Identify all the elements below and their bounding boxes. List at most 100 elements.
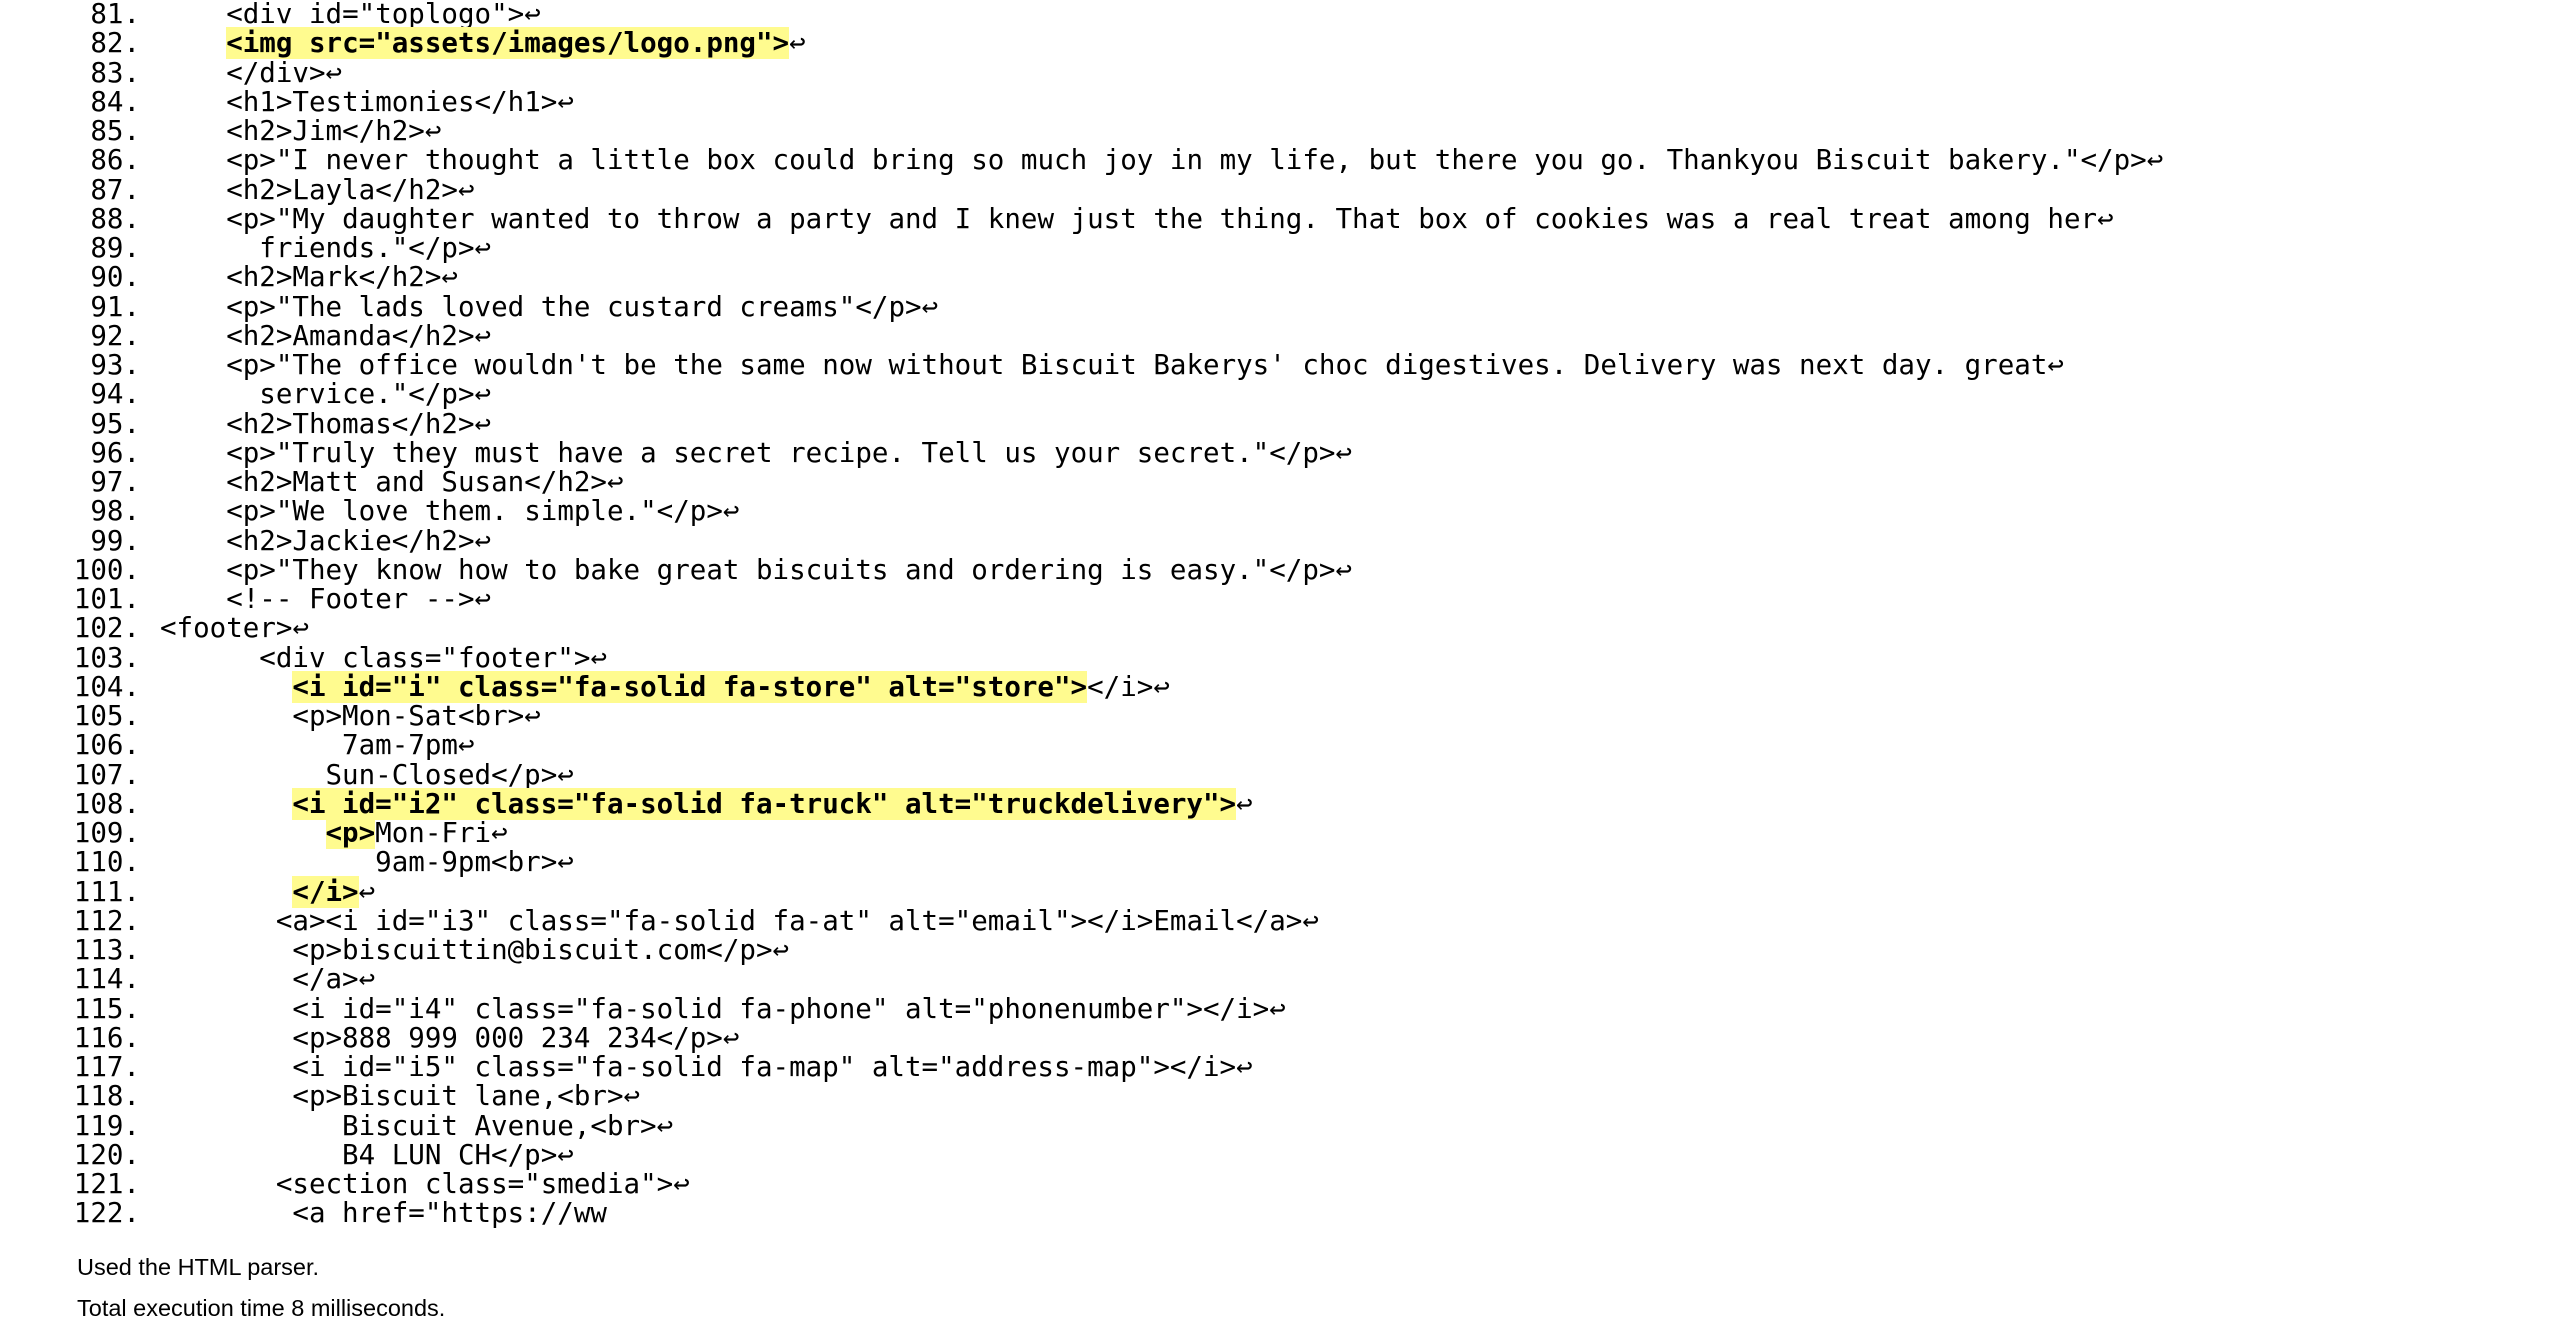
line-break-marker: ↩ (789, 27, 806, 60)
line-number: 114. (73, 963, 140, 996)
line-code: <footer>↩ (160, 614, 309, 643)
line-break-marker: ↩ (673, 1168, 690, 1200)
code-text: <h2>Amanda</h2> (226, 319, 475, 352)
line-number: 86. (90, 144, 140, 177)
code-text: <p>"The office wouldn't be the same now … (226, 349, 2048, 381)
highlighted-code: </i> (292, 875, 359, 908)
source-line: 81. <div id="toplogo">↩ (0, 0, 2559, 29)
line-number: 92. (90, 319, 140, 352)
line-number: 122. (73, 1197, 140, 1230)
line-break-marker: ↩ (772, 934, 790, 966)
line-number: 116. (73, 1021, 140, 1054)
source-line: 107. Sun-Closed</p>↩ (0, 758, 2559, 791)
source-line: 83. </div>↩ (0, 56, 2559, 89)
line-number: 103. (73, 641, 140, 674)
line-number: 102. (73, 612, 140, 645)
source-line: 110. 9am-9pm<br>↩ (0, 846, 2559, 879)
line-code: <i id="i2" class="fa-solid fa-truck" alt… (292, 787, 1253, 820)
highlighted-code: <i id="i" class="fa-solid fa-store" alt=… (292, 670, 1088, 703)
line-code: service."</p>↩ (259, 380, 491, 409)
line-break-marker: ↩ (441, 261, 458, 294)
line-break-marker: ↩ (474, 524, 492, 557)
line-number: 109. (73, 817, 140, 849)
line-code: <p>"My daughter wanted to throw a party … (226, 204, 2113, 234)
code-text: 9am-9pm<br> (375, 846, 558, 879)
line-break-marker: ↩ (424, 115, 442, 147)
line-number: 98. (90, 495, 140, 528)
line-code: <h2>Layla</h2>↩ (226, 175, 474, 205)
line-break-marker: ↩ (474, 583, 492, 615)
line-break-marker: ↩ (1236, 1051, 1253, 1083)
line-number: 117. (73, 1051, 140, 1083)
line-break-marker: ↩ (1335, 436, 1353, 469)
line-break-marker: ↩ (2047, 349, 2064, 381)
line-break-marker: ↩ (656, 1109, 674, 1142)
code-text: <a><i id="i3" class="fa-solid fa-at" alt… (275, 904, 1303, 937)
line-number: 97. (90, 466, 140, 498)
line-break-marker: ↩ (722, 1021, 740, 1054)
code-text: <p>888 999 000 234 234</p> (292, 1021, 723, 1054)
line-number: 83. (90, 56, 140, 89)
line-number: 81. (90, 0, 140, 30)
line-number: 115. (73, 992, 140, 1025)
source-line: 120. B4 LUN CH</p>↩ (0, 1138, 2559, 1171)
line-break-marker: ↩ (358, 875, 376, 908)
source-line: 90. <h2>Mark</h2>↩ (0, 261, 2559, 294)
source-line: 103. <div class="footer">↩ (0, 641, 2559, 674)
line-number: 105. (73, 700, 140, 732)
highlighted-code: <img src="assets/images/logo.png"> (226, 27, 790, 60)
line-number: 119. (73, 1109, 140, 1142)
line-number: 84. (90, 85, 140, 118)
line-code: <p>888 999 000 234 234</p>↩ (292, 1021, 740, 1054)
line-number: 120. (73, 1138, 140, 1171)
code-text: <p>biscuittin@biscuit.com</p> (292, 934, 773, 966)
line-break-marker: ↩ (607, 466, 624, 498)
code-text: Mon-Fri (375, 817, 492, 849)
line-code: <section class="smedia">↩ (276, 1168, 690, 1200)
code-text: <footer> (160, 612, 293, 645)
line-number: 111. (73, 875, 140, 908)
line-number: 108. (73, 787, 140, 820)
line-break-marker: ↩ (557, 846, 574, 879)
line-code: <p>"The lads loved the custard creams"</… (226, 290, 938, 323)
source-line: 122. <a href="https://ww (0, 1197, 2559, 1230)
source-line: 106. 7am-7pm↩ (0, 729, 2559, 762)
line-code: <!-- Footer -->↩ (226, 583, 492, 615)
code-text: <p>Biscuit lane,<br> (292, 1080, 624, 1113)
code-text: <h2>Thomas</h2> (226, 407, 475, 440)
code-text: <!-- Footer --> (226, 583, 475, 615)
line-break-marker: ↩ (491, 817, 508, 849)
line-number: 113. (73, 934, 140, 966)
source-line: 95. <h2>Thomas</h2>↩ (0, 407, 2559, 440)
line-break-marker: ↩ (557, 758, 574, 791)
source-line: 86. <p>"I never thought a little box coul… (0, 144, 2559, 177)
source-line: 102. <footer>↩ (0, 612, 2559, 645)
line-number: 101. (73, 583, 140, 615)
code-text: 7am-7pm (342, 729, 458, 762)
source-line: 93. <p>"The office wouldn't be the same n… (0, 349, 2559, 381)
line-break-marker: ↩ (474, 232, 492, 264)
line-break-marker: ↩ (557, 1138, 574, 1171)
line-number: 82. (90, 27, 140, 60)
code-text: <i id="i5" class="fa-solid fa-map" alt="… (292, 1051, 1237, 1083)
code-text: <div class="footer"> (259, 641, 591, 674)
source-line: 114. </a>↩ (0, 963, 2559, 996)
code-text: <p>Mon-Sat<br> (292, 700, 525, 732)
source-line: 92. <h2>Amanda</h2>↩ (0, 319, 2559, 352)
source-line: 85. <h2>Jim</h2>↩ (0, 115, 2559, 147)
code-text: Sun-Closed</p> (325, 758, 558, 791)
line-number: 95. (90, 407, 140, 440)
line-number: 118. (73, 1080, 140, 1113)
code-text: <p>"The lads loved the custard creams"</… (226, 290, 922, 323)
code-text: <h1>Testimonies</h1> (226, 85, 558, 118)
source-line: 105. <p>Mon-Sat<br>↩ (0, 700, 2559, 732)
line-break-marker: ↩ (524, 0, 541, 30)
line-code: <p>"We love them. simple."</p>↩ (226, 497, 739, 526)
line-number: 107. (73, 758, 140, 791)
line-number: 87. (90, 173, 140, 206)
line-code: <p>"The office wouldn't be the same now … (226, 349, 2064, 381)
line-code: <p>Mon-Fri↩ (325, 817, 508, 849)
line-code: <h2>Jackie</h2>↩ (226, 524, 492, 557)
code-text: <div id="toplogo"> (226, 0, 525, 30)
line-number: 91. (90, 290, 140, 323)
